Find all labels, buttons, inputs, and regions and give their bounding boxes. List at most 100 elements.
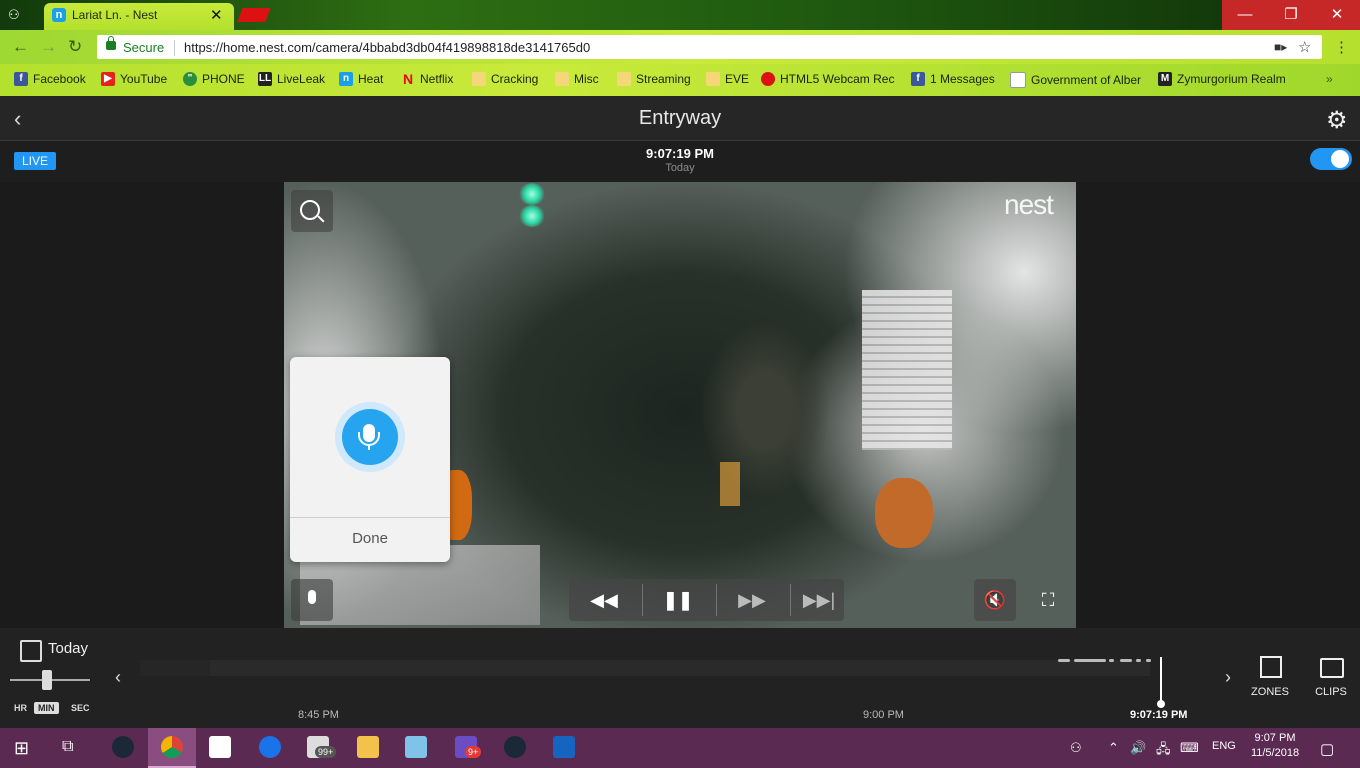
- netflix-icon: N: [402, 71, 414, 87]
- window-close-button[interactable]: ✕: [1314, 0, 1360, 30]
- steam-icon[interactable]: [112, 736, 134, 758]
- date-label[interactable]: Today: [48, 640, 88, 657]
- file-explorer-icon[interactable]: [357, 736, 379, 758]
- zoom-slider-handle[interactable]: [42, 670, 52, 690]
- fullscreen-icon[interactable]: ⛶: [1030, 579, 1066, 621]
- done-button[interactable]: Done: [290, 518, 450, 562]
- scale-min[interactable]: MIN: [34, 702, 59, 714]
- url-text[interactable]: https://home.nest.com/camera/4bbabd3db04…: [184, 40, 590, 55]
- reload-icon[interactable]: ↻: [68, 37, 82, 57]
- task-view-icon[interactable]: ⧉: [62, 738, 73, 756]
- volume-icon[interactable]: 🔊: [1130, 740, 1146, 756]
- secure-label: Secure: [123, 40, 165, 55]
- app-icon[interactable]: [405, 736, 427, 758]
- gear-icon[interactable]: ⚙: [1326, 106, 1348, 135]
- clock-date[interactable]: 11/5/2018: [1240, 747, 1310, 759]
- language-indicator[interactable]: ENG: [1212, 740, 1236, 752]
- incognito-icon[interactable]: ⚇: [8, 7, 20, 23]
- bookmark-netflix[interactable]: N Netflix: [401, 72, 453, 86]
- timeline-right-icon[interactable]: ›: [1225, 667, 1231, 688]
- bookmark-heat[interactable]: n Heat: [339, 72, 383, 86]
- pumpkin-right: [875, 478, 933, 548]
- timeline-left-icon[interactable]: ‹: [115, 667, 121, 688]
- event-marker[interactable]: [1146, 659, 1151, 662]
- action-center-icon[interactable]: ▢: [1320, 740, 1334, 758]
- back-arrow-icon[interactable]: ←: [12, 37, 29, 57]
- bookmark-phone[interactable]: " PHONE: [183, 72, 245, 86]
- indicator-light: [519, 183, 545, 205]
- zones-icon-spacer: [1248, 652, 1292, 686]
- people-icon[interactable]: ⚇: [1070, 740, 1082, 756]
- event-marker[interactable]: [1058, 659, 1070, 662]
- pause-button[interactable]: ❚❚: [643, 579, 713, 621]
- app-icon[interactable]: [259, 736, 281, 758]
- camera-title: Entryway: [638, 107, 722, 129]
- scale-sec[interactable]: SEC: [67, 702, 94, 714]
- folder-icon: [555, 72, 569, 86]
- bookmark-folder-cracking[interactable]: Cracking: [472, 72, 538, 86]
- windows-start-icon[interactable]: ⊞: [14, 738, 29, 759]
- indicator-light: [519, 205, 545, 227]
- timeline-playhead[interactable]: [1160, 657, 1162, 703]
- event-marker[interactable]: [1120, 659, 1132, 662]
- bookmark-zymurgorium[interactable]: M Zymurgorium Realm: [1158, 72, 1286, 86]
- window-shutters: [862, 290, 952, 450]
- bookmark-facebook[interactable]: f Facebook: [14, 72, 86, 86]
- clock-time[interactable]: 9:07 PM: [1240, 732, 1310, 744]
- rewind-button[interactable]: ◀◀: [569, 579, 639, 621]
- bookmark-folder-eve[interactable]: EVE: [706, 72, 749, 86]
- nest-favicon-icon: n: [52, 8, 66, 22]
- bookmark-liveleak[interactable]: LL LiveLeak: [258, 72, 325, 86]
- store-icon[interactable]: [209, 736, 231, 758]
- new-tab-button[interactable]: [237, 8, 271, 22]
- folder-icon: [617, 72, 631, 86]
- page-icon: [1010, 72, 1026, 88]
- event-marker[interactable]: [1136, 659, 1141, 662]
- bookmark-star-icon[interactable]: ☆: [1298, 38, 1311, 56]
- camera-indicator-icon[interactable]: ■▸: [1274, 40, 1287, 54]
- notification-badge: 99+: [315, 746, 337, 758]
- timeline-bar[interactable]: [140, 660, 1150, 676]
- bookmark-html5-webcam[interactable]: HTML5 Webcam Rec: [761, 72, 894, 86]
- bookmarks-overflow-icon[interactable]: »: [1326, 72, 1333, 86]
- bookmark-youtube[interactable]: ▶ YouTube: [101, 72, 167, 86]
- timeline-tick: 9:00 PM: [863, 709, 904, 721]
- liveleak-icon: LL: [258, 72, 272, 86]
- youtube-icon: ▶: [101, 72, 115, 86]
- window-restore-button[interactable]: ❐: [1268, 0, 1314, 30]
- event-marker[interactable]: [1109, 659, 1114, 662]
- facebook-icon: f: [14, 72, 28, 86]
- calendar-icon[interactable]: [20, 640, 42, 662]
- window-minimize-button[interactable]: —: [1222, 0, 1268, 30]
- playhead-handle[interactable]: [1157, 700, 1165, 708]
- fast-forward-button[interactable]: ▶▶: [717, 579, 787, 621]
- current-time: 9:07:19 PM: [646, 146, 714, 161]
- timeline-tick: 8:45 PM: [298, 709, 339, 721]
- steam-icon[interactable]: [504, 736, 526, 758]
- mute-icon[interactable]: 🔇: [974, 579, 1016, 621]
- skip-to-live-button[interactable]: ▶▶|: [784, 579, 854, 621]
- event-marker[interactable]: [1074, 659, 1106, 662]
- chevron-up-icon[interactable]: ⌃: [1108, 740, 1119, 756]
- notification-badge: 9+: [465, 746, 482, 758]
- current-day: Today: [665, 162, 695, 174]
- timeline-current-time: 9:07:19 PM: [1130, 709, 1188, 721]
- zones-button[interactable]: ZONES: [1248, 652, 1292, 698]
- keyboard-icon[interactable]: ⌨: [1180, 740, 1199, 756]
- scale-hr[interactable]: HR: [10, 702, 31, 714]
- network-icon[interactable]: 🖧: [1156, 740, 1171, 762]
- app-icon[interactable]: [553, 736, 575, 758]
- bookmark-messages[interactable]: f1 Messages: [911, 72, 995, 86]
- bookmark-folder-streaming[interactable]: Streaming: [617, 72, 691, 86]
- microphone-stem: [368, 444, 370, 450]
- tab-close-icon[interactable]: ✕: [210, 6, 223, 24]
- bookmark-folder-misc[interactable]: Misc: [555, 72, 599, 86]
- webcam-icon: [761, 72, 775, 86]
- clips-button[interactable]: CLIPS: [1309, 652, 1353, 698]
- folder-icon: [706, 72, 720, 86]
- browser-menu-icon[interactable]: ⋮: [1334, 38, 1349, 56]
- forward-arrow-icon[interactable]: →: [40, 37, 57, 57]
- chrome-icon[interactable]: [161, 736, 183, 758]
- toggle-knob: [1331, 150, 1349, 168]
- bookmark-government[interactable]: Government of Alber: [1010, 72, 1141, 88]
